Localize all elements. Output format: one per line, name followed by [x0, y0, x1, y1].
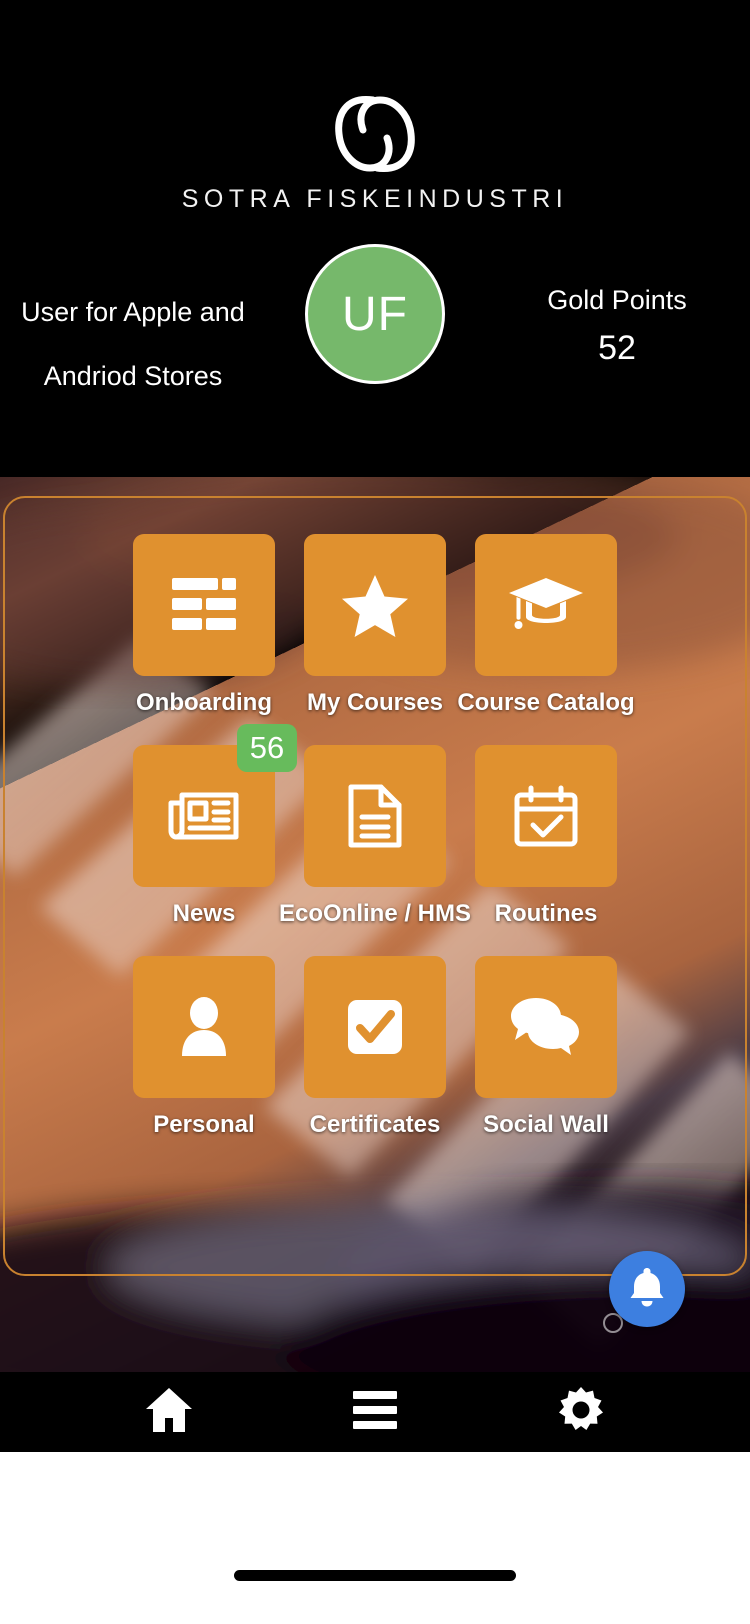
tile-label: EcoOnline / HMS	[278, 900, 472, 927]
avatar-initials: UF	[342, 287, 408, 341]
tile-onboarding[interactable]: Onboarding	[133, 534, 275, 717]
tile-button[interactable]	[304, 534, 446, 676]
calendar-check-icon	[514, 785, 578, 847]
user-summary-row: User for Apple and Andriod Stores UF Gol…	[0, 240, 750, 455]
tile-label: Onboarding	[136, 689, 272, 716]
person-icon	[178, 996, 230, 1058]
tile-routines[interactable]: Routines	[475, 745, 617, 928]
tile-button[interactable]	[475, 534, 617, 676]
app-header: SOTRA FISKEINDUSTRI User for Apple and A…	[0, 0, 750, 477]
tile-label: My Courses	[306, 689, 444, 716]
tile-label: Social Wall	[483, 1111, 609, 1138]
gold-points-value: 52	[598, 329, 636, 367]
tile-label: Course Catalog	[457, 689, 635, 716]
tile-news[interactable]: 56 News	[133, 724, 297, 928]
tile-label: Routines	[494, 900, 598, 927]
user-name: User for Apple and Andriod Stores	[21, 297, 245, 391]
star-icon	[341, 573, 409, 638]
nav-settings[interactable]	[541, 1372, 621, 1452]
news-badge: 56	[237, 724, 297, 772]
tile-row: 56 News EcoOnline / HMS Routines	[0, 724, 750, 928]
brand-name: SOTRA FISKEINDUSTRI	[181, 185, 569, 213]
sotra-s-logo	[0, 88, 750, 180]
tile-button[interactable]	[304, 745, 446, 887]
tile-certificates[interactable]: Certificates	[304, 956, 446, 1139]
newspaper-icon	[168, 787, 240, 845]
graduation-cap-icon	[508, 576, 584, 634]
tile-button[interactable]	[304, 956, 446, 1098]
bell-icon	[628, 1267, 666, 1312]
nav-home[interactable]	[129, 1372, 209, 1452]
nav-menu[interactable]	[335, 1372, 415, 1452]
home-icon	[145, 1387, 193, 1438]
tile-label: Personal	[153, 1111, 255, 1138]
menu-icon	[353, 1390, 397, 1434]
tile-button[interactable]	[133, 534, 275, 676]
tile-label: Certificates	[309, 1111, 441, 1138]
avatar[interactable]: UF	[305, 244, 445, 384]
notifications-fab[interactable]	[609, 1251, 685, 1327]
tasks-list-icon	[170, 576, 238, 634]
gold-points: Gold Points 52	[492, 280, 742, 376]
tile-row: Personal Certificates Social Wall	[0, 956, 750, 1139]
tile-course-catalog[interactable]: Course Catalog	[457, 534, 635, 717]
tile-row: Onboarding My Courses Course Catalog	[0, 534, 750, 717]
gold-points-label: Gold Points	[547, 285, 687, 315]
bottom-nav	[0, 1372, 750, 1452]
tile-social-wall[interactable]: Social Wall	[475, 956, 617, 1139]
checkbox-checked-icon	[348, 1000, 402, 1054]
app-root: SOTRA FISKEINDUSTRI User for Apple and A…	[0, 0, 750, 1624]
chat-bubbles-icon	[511, 998, 581, 1056]
tile-button[interactable]: 56	[133, 724, 297, 887]
tile-label: News	[172, 900, 236, 927]
home-indicator[interactable]	[234, 1570, 516, 1581]
tile-personal[interactable]: Personal	[133, 956, 275, 1139]
tile-my-courses[interactable]: My Courses	[304, 534, 446, 717]
tile-ecoonline-hms[interactable]: EcoOnline / HMS	[279, 745, 471, 928]
tile-button[interactable]	[133, 956, 275, 1098]
home-indicator-area	[0, 1452, 750, 1624]
tile-button[interactable]	[475, 745, 617, 887]
tile-button[interactable]	[475, 956, 617, 1098]
tile-grid: Onboarding My Courses Course Catalog 56 …	[0, 534, 750, 1167]
document-icon	[348, 784, 402, 848]
gear-icon	[558, 1386, 604, 1438]
